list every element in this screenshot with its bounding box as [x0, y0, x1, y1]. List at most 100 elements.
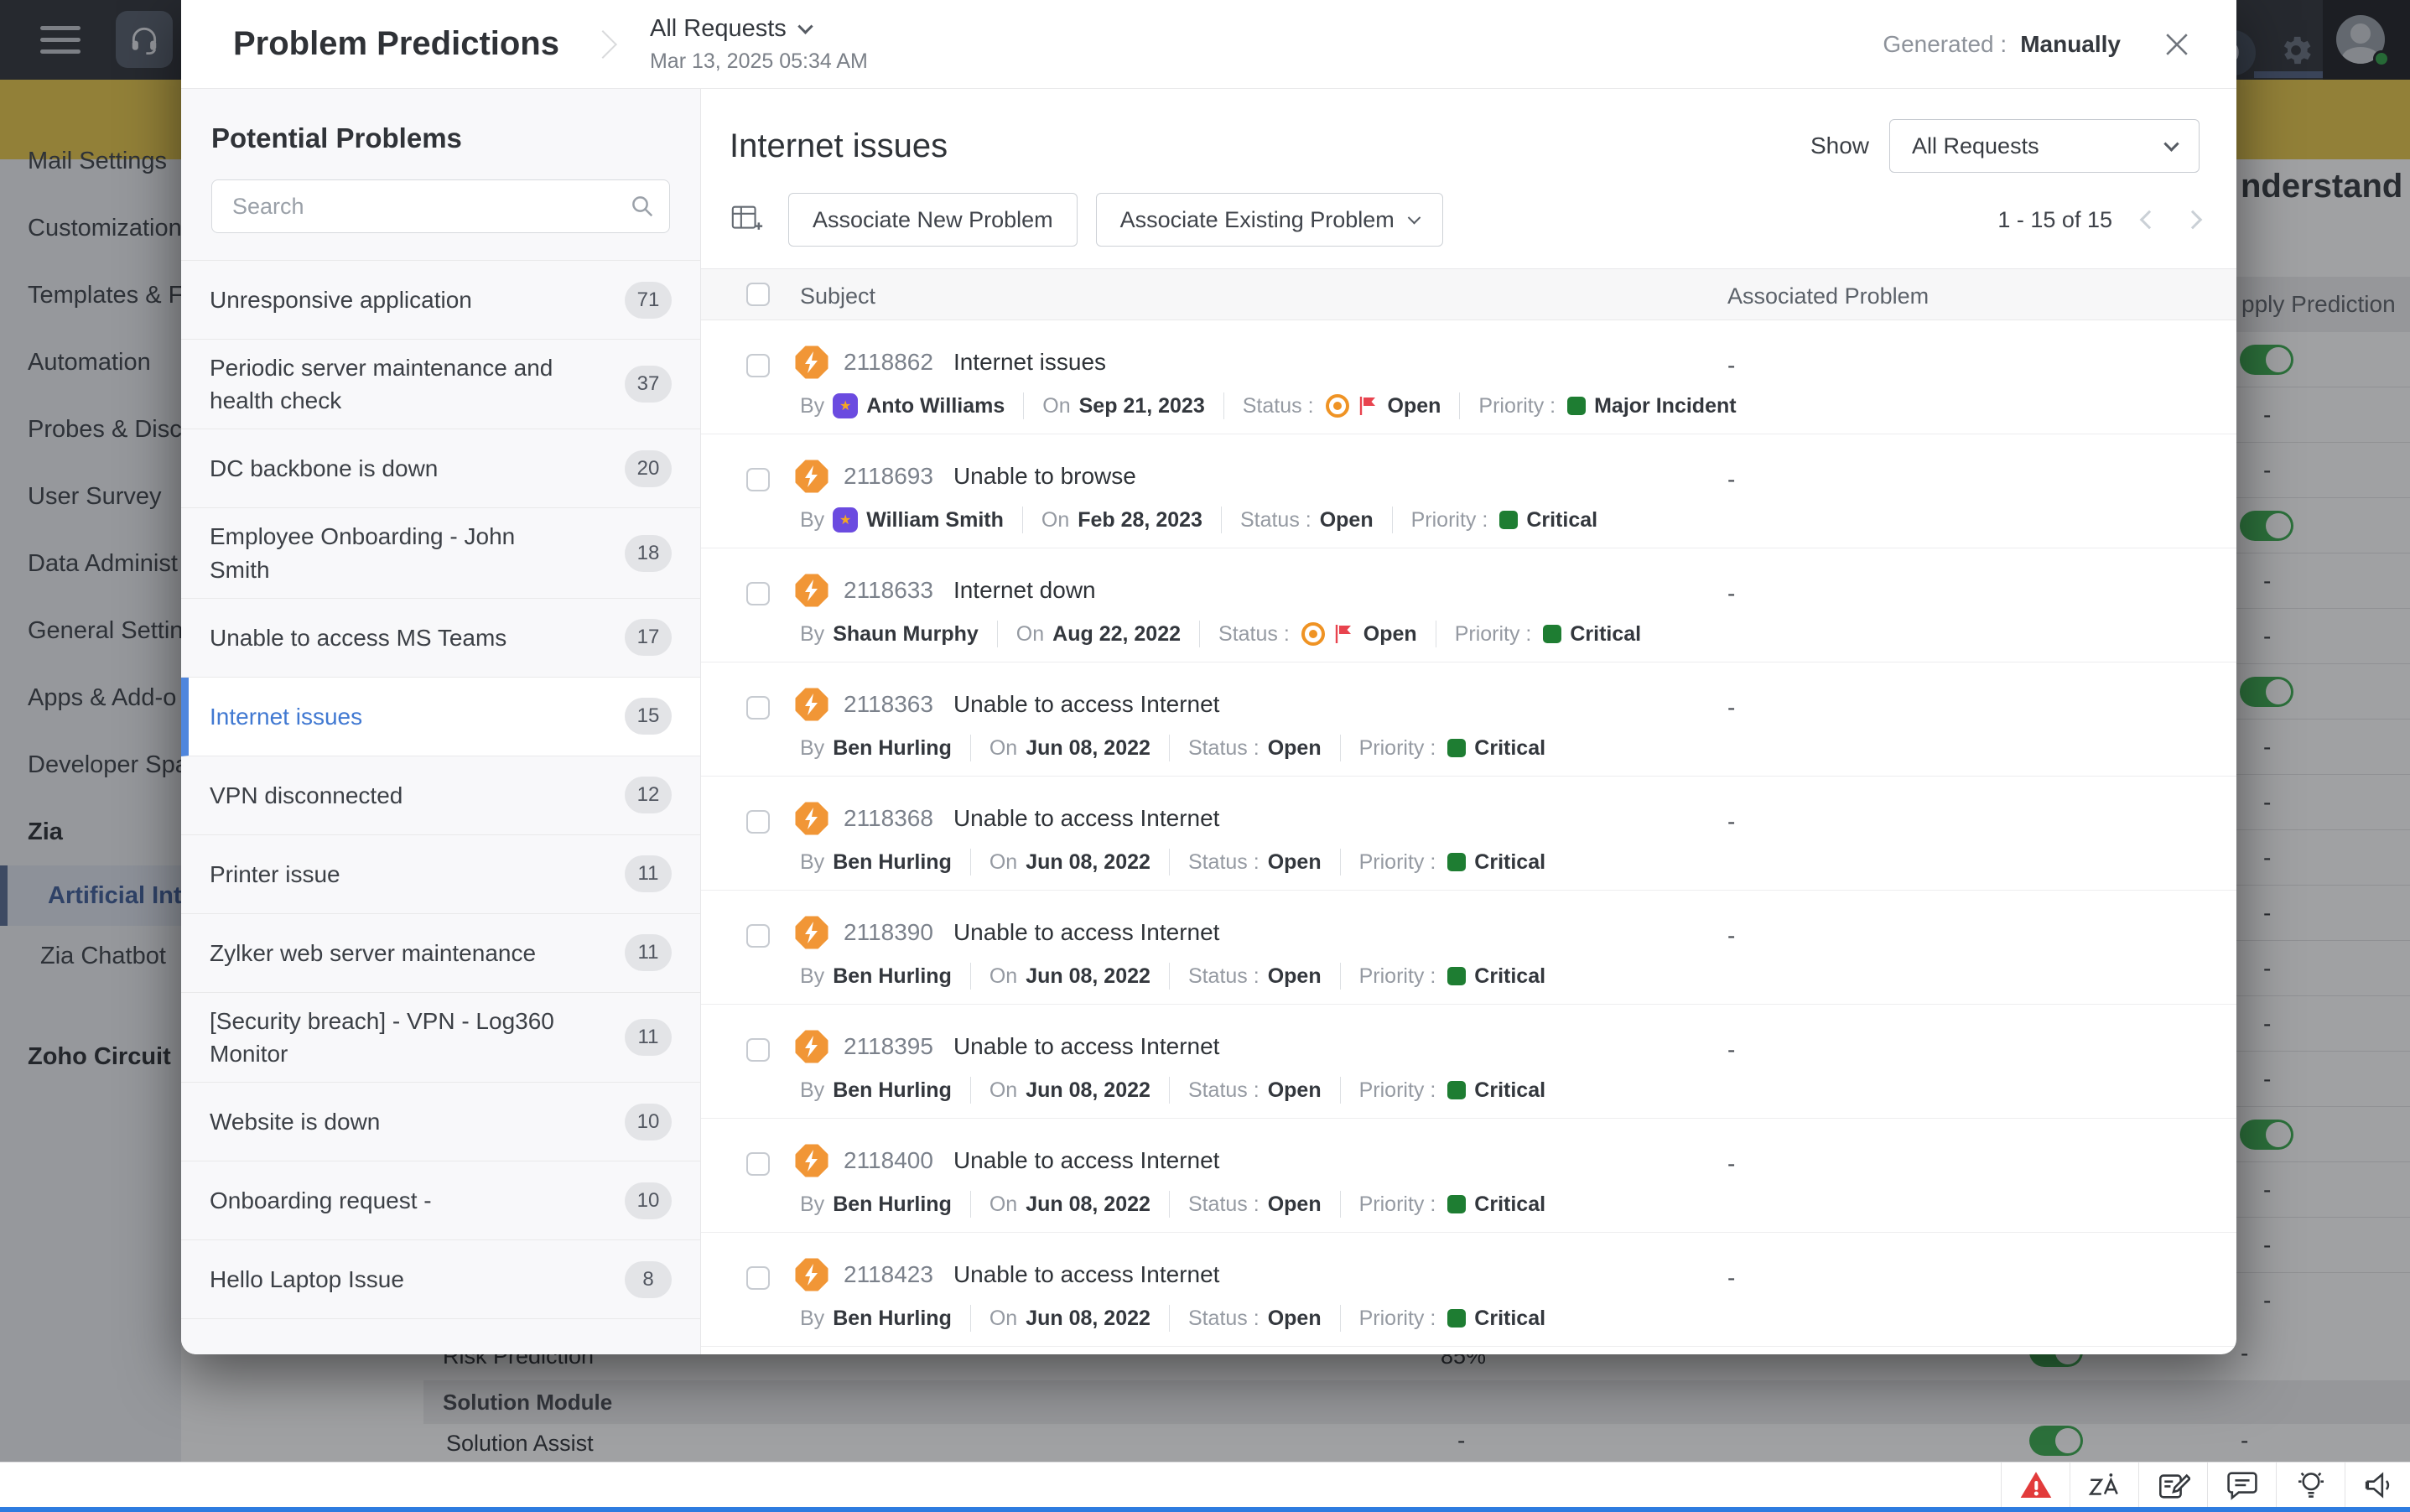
compose-button[interactable] [2138, 1463, 2207, 1508]
row-checkbox[interactable] [746, 468, 770, 491]
potential-problem-item[interactable]: Unable to access MS Teams 17 [181, 599, 700, 678]
pagination-prev-icon[interactable] [2140, 210, 2159, 230]
bottom-toolbar [0, 1462, 2410, 1507]
zia-button[interactable] [2070, 1463, 2138, 1508]
request-subject[interactable]: Unable to access Internet [953, 919, 1220, 946]
selected-problem-title: Internet issues [730, 127, 948, 165]
priority-value: Critical [1474, 1307, 1545, 1331]
row-checkbox[interactable] [746, 354, 770, 377]
request-subject[interactable]: Unable to access Internet [953, 1147, 1220, 1174]
request-subject[interactable]: Unable to access Internet [953, 1261, 1220, 1288]
request-id[interactable]: 2118368 [844, 805, 933, 832]
status-value: Open [1363, 622, 1417, 647]
request-date: Sep 21, 2023 [1079, 394, 1205, 418]
row-checkbox[interactable] [746, 924, 770, 948]
request-id[interactable]: 2118390 [844, 919, 933, 946]
potential-problem-item[interactable]: Internet issues 15 [181, 678, 700, 756]
search-input[interactable] [211, 179, 670, 233]
status-value: Open [1388, 394, 1441, 418]
request-id[interactable]: 2118862 [844, 349, 933, 376]
request-row[interactable]: 2118423 Unable to access Internet By ★ B… [701, 1233, 2236, 1347]
request-row[interactable]: 2118368 Unable to access Internet By ★ B… [701, 777, 2236, 891]
request-id[interactable]: 2118363 [844, 691, 933, 718]
problem-label: [Security breach] - VPN - Log360 Monitor [210, 1005, 579, 1070]
request-subject[interactable]: Internet issues [953, 349, 1106, 376]
request-row[interactable]: 2118400 Unable to access Internet By ★ B… [701, 1119, 2236, 1233]
request-date: Jun 08, 2022 [1026, 736, 1150, 761]
close-button[interactable] [2164, 32, 2189, 57]
potential-problem-item[interactable]: Printer issue 11 [181, 835, 700, 914]
request-subject[interactable]: Unable to access Internet [953, 1033, 1220, 1060]
associated-problem-value: - [1727, 1265, 1735, 1291]
request-row[interactable]: 2118693 Unable to browse By ★ William Sm… [701, 434, 2236, 548]
potential-problem-item[interactable]: Unresponsive application 71 [181, 261, 700, 340]
alert-button[interactable] [2001, 1463, 2070, 1508]
request-date: Jun 08, 2022 [1026, 1192, 1150, 1217]
priority-value: Major Incident [1594, 394, 1736, 418]
request-row[interactable]: 2118363 Unable to access Internet By ★ B… [701, 662, 2236, 777]
row-checkbox[interactable] [746, 1266, 770, 1290]
request-id[interactable]: 2118423 [844, 1261, 933, 1288]
announce-button[interactable] [2345, 1463, 2410, 1508]
request-subject[interactable]: Unable to access Internet [953, 691, 1220, 718]
show-requests-select[interactable]: All Requests [1889, 119, 2200, 173]
priority-value: Critical [1474, 964, 1545, 989]
problem-label: Hello Laptop Issue [210, 1263, 404, 1296]
potential-problem-item[interactable]: Periodic server maintenance and health c… [181, 340, 700, 429]
potential-problem-item[interactable]: VPN disconnected 12 [181, 756, 700, 835]
potential-problem-item[interactable]: Employee Onboarding - John Smith 18 [181, 508, 700, 598]
view-selector[interactable]: All Requests Mar 13, 2025 05:34 AM [650, 15, 868, 74]
request-subject[interactable]: Unable to access Internet [953, 805, 1220, 832]
priority-value: Critical [1474, 850, 1545, 875]
priority-value: Critical [1474, 736, 1545, 761]
potential-problem-item[interactable]: Hello Laptop Issue 8 [181, 1240, 700, 1319]
request-subject[interactable]: Internet down [953, 577, 1096, 604]
pagination-next-icon[interactable] [2184, 210, 2203, 230]
request-id[interactable]: 2118633 [844, 577, 933, 604]
request-id[interactable]: 2118395 [844, 1033, 933, 1060]
view-label: All Requests [650, 15, 787, 43]
chevron-down-icon [797, 18, 813, 34]
potential-problem-item[interactable]: Onboarding request - 10 [181, 1161, 700, 1240]
select-all-checkbox[interactable] [746, 283, 770, 306]
request-row[interactable]: 2118390 Unable to access Internet By ★ B… [701, 891, 2236, 1005]
request-id[interactable]: 2118693 [844, 463, 933, 490]
priority-value: Critical [1474, 1192, 1545, 1217]
priority-color-icon [1567, 397, 1586, 415]
show-requests-value: All Requests [1912, 133, 2039, 159]
request-row[interactable]: 2118633 Internet down By ★ Shaun Murphy … [701, 548, 2236, 662]
row-checkbox[interactable] [746, 1152, 770, 1176]
request-id[interactable]: 2118400 [844, 1147, 933, 1174]
row-checkbox[interactable] [746, 1038, 770, 1062]
request-date: Feb 28, 2023 [1078, 508, 1202, 533]
requester-name: Shaun Murphy [833, 622, 979, 647]
associated-problem-value: - [1727, 580, 1735, 607]
row-checkbox[interactable] [746, 810, 770, 834]
red-flag-icon [1358, 395, 1379, 417]
problem-count-badge: 20 [625, 450, 672, 487]
chat-button[interactable] [2207, 1463, 2276, 1508]
potential-problem-item[interactable]: Zylker web server maintenance 11 [181, 914, 700, 993]
associate-new-problem-button[interactable]: Associate New Problem [788, 193, 1078, 247]
priority-color-icon [1499, 511, 1518, 529]
row-checkbox[interactable] [746, 582, 770, 605]
priority-value: Critical [1474, 1078, 1545, 1103]
add-column-icon[interactable] [730, 202, 765, 237]
potential-problem-item[interactable]: [Security breach] - VPN - Log360 Monitor… [181, 993, 700, 1083]
associate-existing-problem-button[interactable]: Associate Existing Problem [1096, 193, 1443, 247]
request-meta: By ★ Anto Williams On Sep 21, 2023 Statu… [800, 392, 1737, 419]
row-checkbox[interactable] [746, 696, 770, 720]
chat-bubble-icon [2226, 1468, 2259, 1502]
status-ring-icon [1326, 394, 1349, 418]
request-meta: By ★ Ben Hurling On Jun 08, 2022 Status … [800, 1191, 1545, 1218]
potential-problem-item[interactable]: DC backbone is down 20 [181, 429, 700, 508]
status-value: Open [1320, 508, 1374, 533]
request-row[interactable]: 2118862 Internet issues By ★ Anto Willia… [701, 320, 2236, 434]
request-meta: By ★ William Smith On Feb 28, 2023 Statu… [800, 507, 1597, 533]
speaker-icon [2363, 1468, 2397, 1502]
modal-header: Problem Predictions All Requests Mar 13,… [181, 0, 2236, 89]
request-subject[interactable]: Unable to browse [953, 463, 1136, 490]
request-row[interactable]: 2118395 Unable to access Internet By ★ B… [701, 1005, 2236, 1119]
idea-button[interactable] [2276, 1463, 2345, 1508]
potential-problem-item[interactable]: Website is down 10 [181, 1083, 700, 1161]
